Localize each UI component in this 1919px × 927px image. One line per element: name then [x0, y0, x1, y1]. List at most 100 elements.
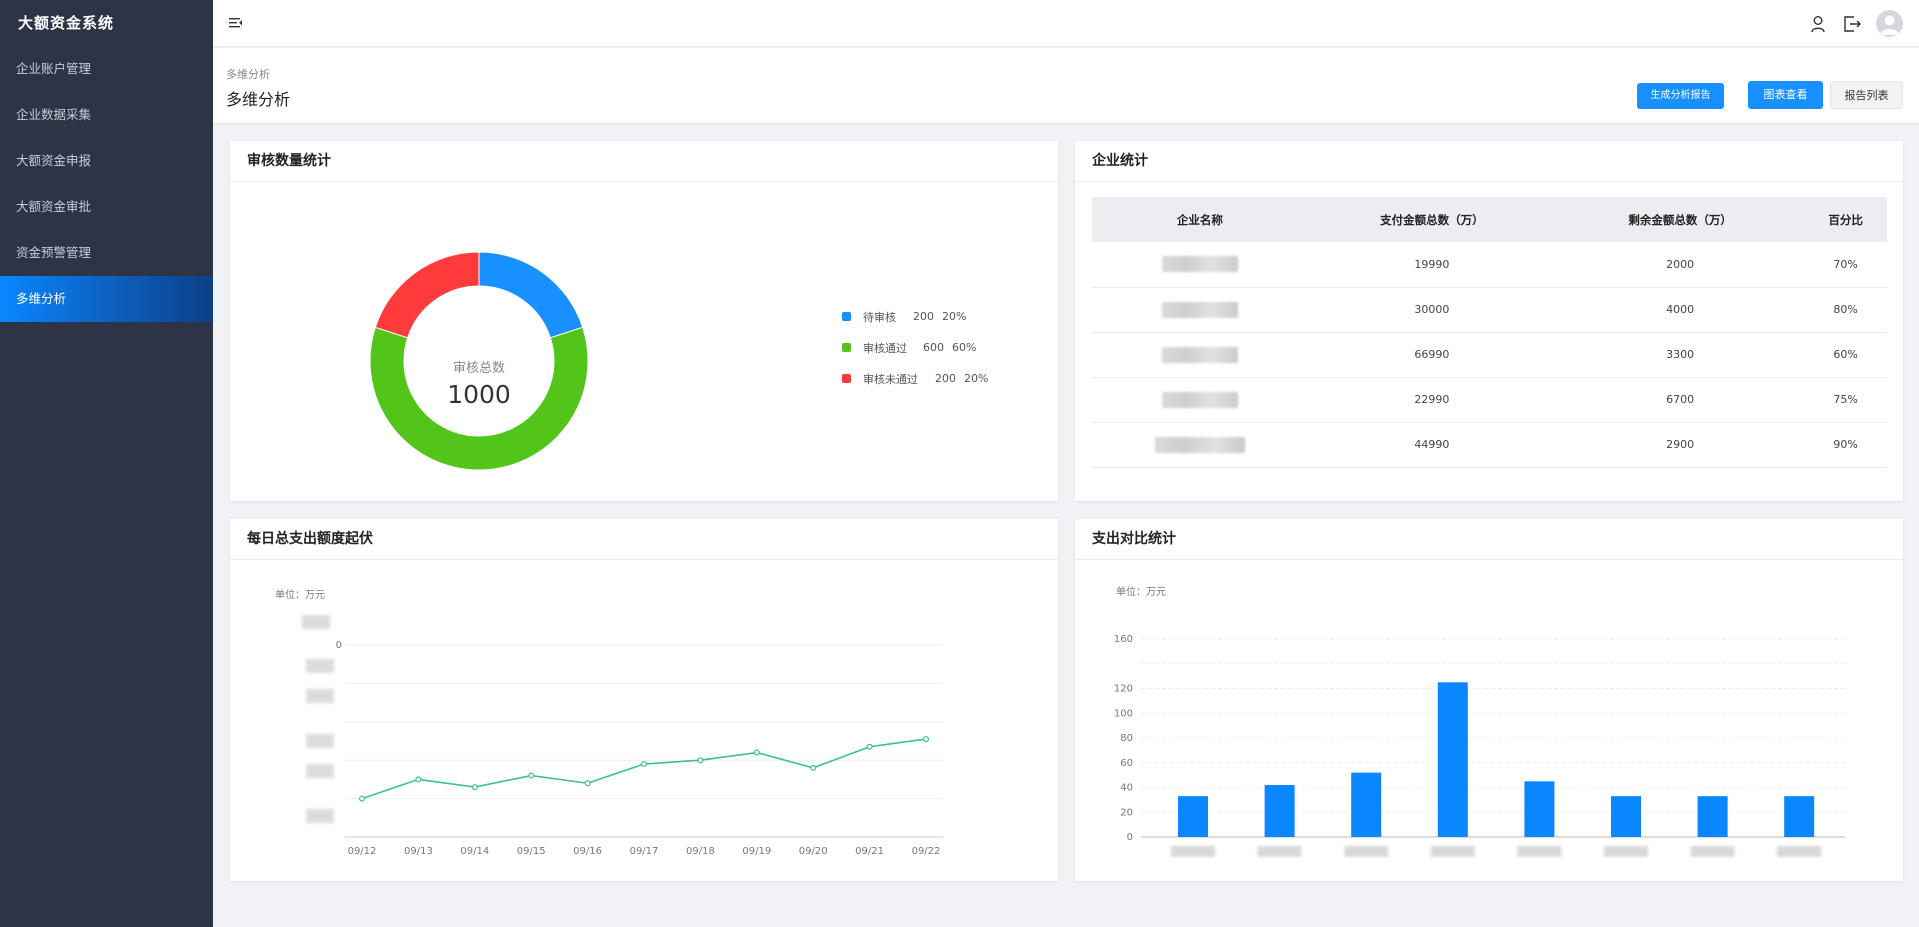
card-title: 企业统计: [1075, 141, 1903, 182]
column-header: 支付金额总数（万）: [1307, 197, 1557, 242]
bar[interactable]: [1437, 682, 1468, 837]
line-point[interactable]: [584, 780, 591, 787]
pct-cell: 70%: [1804, 242, 1887, 288]
line-point[interactable]: [471, 784, 478, 791]
avatar-icon[interactable]: [1876, 10, 1903, 37]
remain-cell: 3300: [1556, 332, 1805, 378]
pct-cell: 75%: [1804, 377, 1887, 423]
company-table: 企业名称 支付金额总数（万） 剩余金额总数（万） 百分比 19990 2000 …: [1092, 197, 1887, 468]
user-icon[interactable]: [1808, 14, 1828, 34]
line-point[interactable]: [922, 736, 929, 743]
card-title: 每日总支出额度起伏: [230, 519, 1058, 560]
table-row[interactable]: 22990 6700 75%: [1092, 377, 1887, 423]
legend-pct: 20%: [942, 310, 967, 323]
pct-cell: 90%: [1804, 422, 1887, 468]
bar[interactable]: [1697, 796, 1728, 837]
audit-stats-card: 审核数量统计 审核总数 1000 待审核 200 20% 审核通过 600 60…: [230, 141, 1058, 501]
card-title: 审核数量统计: [230, 141, 1058, 182]
legend-swatch: [842, 374, 851, 383]
table-row[interactable]: 19990 2000 70%: [1092, 242, 1887, 288]
page-title: 多维分析: [226, 90, 291, 109]
redacted-name: [1154, 436, 1245, 453]
sidebar-item-declare[interactable]: 大额资金申报: [0, 138, 213, 184]
redacted-x-label: [1257, 846, 1302, 857]
line-point[interactable]: [359, 795, 366, 802]
legend-item[interactable]: 审核通过 600 60%: [842, 332, 988, 363]
line-point[interactable]: [415, 776, 422, 783]
sidebar-item-data-collect[interactable]: 企业数据采集: [0, 92, 213, 138]
remain-cell: 2000: [1556, 242, 1805, 288]
bar[interactable]: [1264, 785, 1295, 837]
redacted-name: [1161, 391, 1238, 408]
pct-cell: 60%: [1804, 332, 1887, 378]
line-point[interactable]: [810, 764, 817, 771]
y-tick-label: 0: [1127, 832, 1133, 843]
company-name-cell: [1092, 377, 1308, 423]
redacted-x-label: [1690, 846, 1735, 857]
redacted-x-label: [1430, 846, 1475, 857]
pay-cell: 19990: [1307, 242, 1557, 288]
y-tick-label: 100: [1114, 708, 1133, 719]
x-tick-label: 09/21: [855, 846, 884, 857]
donut-slice[interactable]: [374, 251, 480, 339]
sidebar-item-warning[interactable]: 资金预警管理: [0, 230, 213, 276]
page-header: 多维分析 多维分析 生成分析报告 图表查看 报告列表: [213, 48, 1919, 123]
legend-swatch: [842, 312, 851, 321]
company-name-cell: [1092, 422, 1308, 468]
generate-report-button[interactable]: 生成分析报告: [1637, 83, 1724, 109]
table-row[interactable]: 44990 2900 90%: [1092, 422, 1887, 468]
x-tick-label: 09/16: [573, 846, 602, 857]
sidebar-item-approve[interactable]: 大额资金审批: [0, 184, 213, 230]
table-row[interactable]: 66990 3300 60%: [1092, 332, 1887, 378]
redacted-name: [1161, 256, 1238, 273]
line-point[interactable]: [866, 743, 873, 750]
legend-label: 待审核: [863, 310, 896, 324]
x-tick-label: 09/20: [799, 846, 828, 857]
x-tick-label: 09/14: [460, 846, 489, 857]
redacted-x-label: [1777, 846, 1822, 857]
redacted-x-label: [1171, 846, 1215, 857]
chart-view-button[interactable]: 图表查看: [1748, 81, 1823, 109]
y-tick-label: 160: [1114, 634, 1133, 645]
pay-cell: 44990: [1307, 422, 1557, 468]
redacted-name: [1161, 346, 1238, 363]
line-point[interactable]: [697, 757, 704, 764]
line-point[interactable]: [753, 749, 760, 756]
company-stats-card: 企业统计 企业名称 支付金额总数（万） 剩余金额总数（万） 百分比 19990 …: [1075, 141, 1903, 501]
logout-icon[interactable]: [1842, 14, 1862, 34]
bar[interactable]: [1524, 781, 1555, 837]
bar[interactable]: [1178, 796, 1208, 837]
bar[interactable]: [1784, 796, 1815, 837]
pay-cell: 30000: [1307, 287, 1557, 333]
bar[interactable]: [1351, 772, 1382, 837]
table-row[interactable]: 30000 4000 80%: [1092, 287, 1887, 333]
y-tick-label: 60: [1120, 758, 1133, 769]
pay-cell: 66990: [1307, 332, 1557, 378]
line-series: [361, 738, 927, 800]
x-tick-label: 09/15: [517, 846, 546, 857]
legend-item[interactable]: 审核未通过 200 20%: [842, 363, 988, 394]
x-tick-label: 09/13: [404, 846, 433, 857]
line-point[interactable]: [528, 772, 535, 779]
company-name-cell: [1092, 332, 1308, 378]
report-list-button[interactable]: 报告列表: [1830, 81, 1903, 109]
y-tick-label: 40: [1120, 783, 1133, 794]
daily-line-chart: 09/12 09/13 09/14 09/15 09/16 09/17 09/18 09/19…: [336, 640, 943, 857]
line-point[interactable]: [641, 761, 648, 768]
y-tick-label: 120: [1114, 684, 1133, 695]
legend-item[interactable]: 待审核 200 20%: [842, 301, 988, 332]
donut-center-value: 1000: [447, 380, 511, 409]
donut-slice[interactable]: [478, 251, 584, 339]
menu-fold-icon[interactable]: [228, 15, 244, 31]
sidebar-item-account[interactable]: 企业账户管理: [0, 46, 213, 92]
legend-pct: 20%: [964, 372, 989, 385]
breadcrumb[interactable]: 多维分析: [226, 66, 270, 82]
bar[interactable]: [1611, 796, 1641, 837]
compare-bar-chart: 0 20 40 60 80 100 120 160: [1114, 634, 1845, 857]
legend-label: 审核通过: [863, 341, 907, 355]
top-header: [213, 0, 1919, 47]
sidebar-item-analysis[interactable]: 多维分析: [0, 276, 213, 322]
redacted-x-label: [1344, 846, 1389, 857]
x-tick-label: 09/19: [742, 846, 771, 857]
column-header: 企业名称: [1092, 197, 1308, 242]
